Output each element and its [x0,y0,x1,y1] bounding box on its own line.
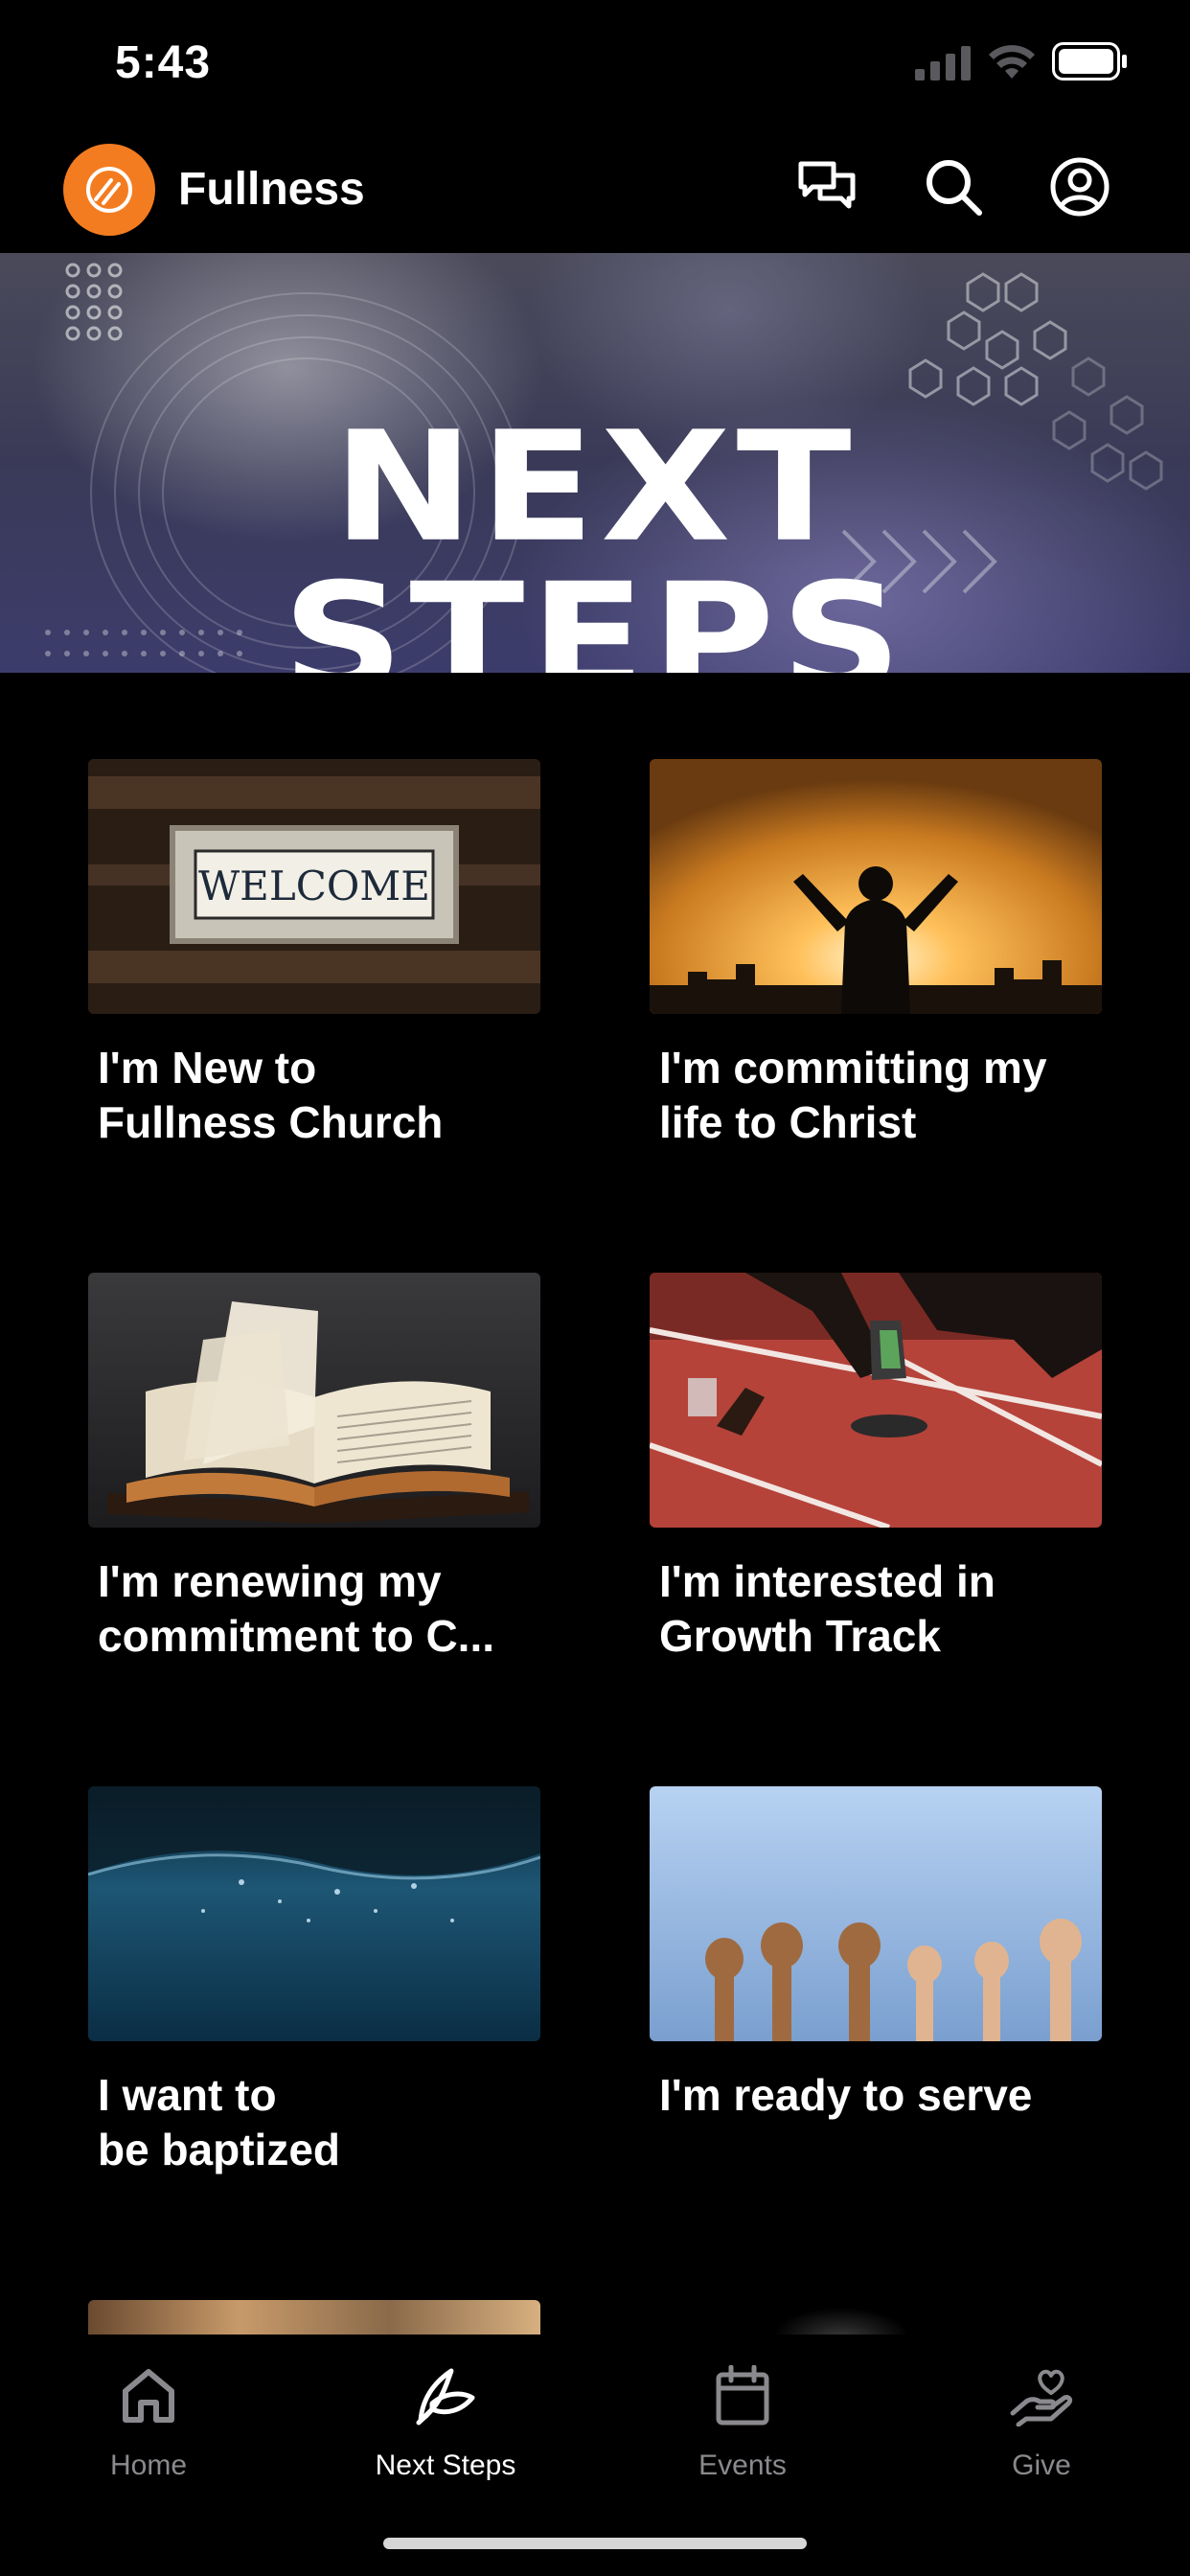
card-growth-track[interactable]: I'm interested in Growth Track [650,1273,1102,1664]
search-button[interactable] [922,155,985,218]
profile-icon [1050,157,1110,217]
battery-icon [1052,42,1127,80]
card-label: I'm interested in Growth Track [659,1556,995,1661]
svg-text:WELCOME: WELCOME [198,862,430,909]
status-time: 5:43 [115,37,212,88]
chat-button[interactable] [795,155,858,218]
tab-label: Events [698,2450,787,2481]
tab-events[interactable]: Events [594,2358,891,2482]
status-bar: 5:43 [0,0,1190,134]
cellular-signal-icon [915,46,971,80]
app-title: Fullness [178,164,365,215]
home-icon [123,2369,174,2423]
leaf-icon [416,2368,475,2426]
card-label: I'm committing my life to Christ [659,1043,1047,1147]
calendar-icon [716,2365,769,2426]
heart-hand-icon [1010,2369,1073,2426]
card-image-hands [650,1786,1102,2041]
home-indicator[interactable] [383,2538,807,2549]
tab-label: Home [109,2450,188,2481]
card-committing-life[interactable]: I'm committing my life to Christ [650,759,1102,1150]
card-label: I'm New to Fullness Church [98,1043,444,1147]
tab-give[interactable]: Give [893,2358,1190,2482]
card-ready-to-serve[interactable]: I'm ready to serve [650,1786,1102,2123]
card-image-welcome: WELCOME [88,759,540,1014]
card-image-partial[interactable] [650,2300,1102,2334]
app-header: Fullness [0,134,1190,253]
card-image-water [88,1786,540,2041]
card-renewing-commitment[interactable]: I'm renewing my commitment to C... [88,1273,540,1664]
card-image-arms-raised [650,759,1102,1014]
card-label: I want to be baptized [98,2070,341,2174]
tab-label: Next Steps [375,2450,516,2481]
tab-next-steps[interactable]: Next Steps [297,2358,594,2482]
hero-banner: NEXT STEPS [0,253,1190,673]
card-image-bible [88,1273,540,1528]
card-new-to-church[interactable]: WELCOME I'm New to Fullness Church [88,759,540,1150]
card-baptized[interactable]: I want to be baptized [88,1786,540,2177]
tab-label: Give [1012,2450,1071,2481]
hero-title: NEXT STEPS [282,399,908,673]
card-label: I'm ready to serve [659,2070,1033,2120]
card-label: I'm renewing my commitment to C... [98,1556,495,1661]
tab-home[interactable]: Home [0,2358,297,2482]
wifi-icon [989,45,1035,79]
card-image-partial[interactable] [88,2300,540,2334]
search-icon [927,160,982,216]
app-logo[interactable] [63,144,155,236]
logo-icon [86,167,132,213]
chat-icon [798,161,856,209]
profile-button[interactable] [1048,155,1111,218]
card-image-track [650,1273,1102,1528]
